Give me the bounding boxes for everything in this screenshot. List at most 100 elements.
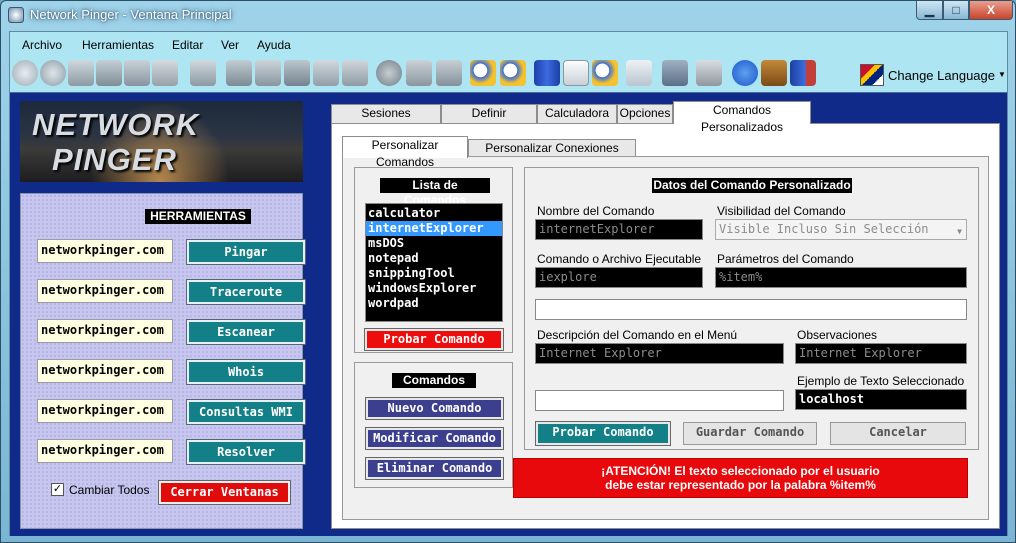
observations-label: Observaciones bbox=[797, 328, 878, 342]
tab-ip-calculator[interactable]: Calculadora IP bbox=[537, 104, 617, 137]
help-icon[interactable] bbox=[732, 60, 758, 86]
list-item[interactable]: notepad bbox=[366, 251, 502, 266]
magnify-globe-icon[interactable] bbox=[40, 60, 66, 86]
visibility-label: Visibilidad del Comando bbox=[717, 204, 846, 218]
resolve-button[interactable]: Resolver bbox=[186, 439, 306, 465]
close-windows-button[interactable]: Cerrar Ventanas bbox=[158, 480, 291, 505]
dictionary-icon[interactable] bbox=[626, 60, 652, 86]
list-item-selected[interactable]: internetExplorer bbox=[366, 221, 502, 236]
command-details-group: Datos del Comando Personalizado Nombre d… bbox=[524, 167, 979, 450]
custom-commands-panel: Personalizar Comandos Personalizar Conex… bbox=[331, 123, 1000, 529]
app-icon bbox=[8, 7, 24, 23]
visibility-select[interactable]: Visible Incluso Sin Selección ▼ bbox=[715, 219, 967, 240]
commands-title: Comandos bbox=[392, 373, 476, 388]
chevron-down-icon: ▼ bbox=[957, 227, 962, 236]
scan-input[interactable]: networkpinger.com bbox=[37, 319, 173, 343]
ping-button[interactable]: Pingar bbox=[186, 239, 306, 265]
observations-field[interactable]: Internet Explorer bbox=[795, 343, 967, 364]
picture-icon[interactable] bbox=[255, 60, 281, 86]
zoom-in-icon[interactable] bbox=[470, 60, 496, 86]
test-command-button[interactable]: Probar Comando bbox=[535, 421, 671, 446]
title-bar[interactable]: Network Pinger - Ventana Principal ▁ □ X bbox=[1, 1, 1015, 28]
wmi-icon[interactable] bbox=[152, 60, 178, 86]
network-computers-icon[interactable] bbox=[226, 60, 252, 86]
wmi-input[interactable]: networkpinger.com bbox=[37, 399, 173, 423]
save-command-button[interactable]: Guardar Comando bbox=[683, 422, 817, 445]
parameters-field[interactable]: %item% bbox=[715, 267, 967, 288]
find-icon[interactable] bbox=[592, 60, 618, 86]
tab-options[interactable]: Opciones bbox=[617, 104, 673, 123]
wmi-button[interactable]: Consultas WMI bbox=[186, 399, 306, 425]
menu-ayuda[interactable]: Ayuda bbox=[257, 38, 291, 52]
resolve-input[interactable]: networkpinger.com bbox=[37, 439, 173, 463]
traceroute-icon[interactable] bbox=[96, 60, 122, 86]
minimize-button[interactable]: ▁ bbox=[916, 1, 943, 20]
ping-icon[interactable] bbox=[12, 60, 38, 86]
whois-button[interactable]: Whois bbox=[186, 359, 306, 385]
new-command-button[interactable]: Nuevo Comando bbox=[365, 397, 504, 420]
menu-description-field[interactable]: Internet Explorer bbox=[535, 343, 784, 364]
toolbar bbox=[10, 58, 1007, 90]
scan-button[interactable]: Escanear bbox=[186, 319, 306, 345]
sub-tab-strip: Personalizar Comandos Personalizar Conex… bbox=[342, 136, 982, 172]
maximize-button[interactable]: □ bbox=[943, 1, 969, 20]
list-item[interactable]: wordpad bbox=[366, 296, 502, 311]
copy-icon[interactable] bbox=[563, 60, 589, 86]
command-list-title: Lista de Comandos bbox=[380, 178, 490, 207]
tab-saved-sessions[interactable]: Sesiones Guardadas bbox=[331, 104, 441, 137]
sample-input-field[interactable] bbox=[535, 390, 784, 411]
logo-line-1: NETWORK bbox=[32, 107, 200, 142]
network-ip-icon[interactable] bbox=[68, 60, 94, 86]
menu-description-label: Descripción del Comando en el Menú bbox=[537, 328, 738, 342]
modify-command-button[interactable]: Modificar Comando bbox=[365, 427, 504, 450]
tab-define-hosts[interactable]: Definir Anfitriones bbox=[441, 104, 537, 137]
save-icon[interactable] bbox=[662, 60, 688, 86]
cable-icon[interactable] bbox=[313, 60, 339, 86]
list-item[interactable]: calculator bbox=[366, 206, 502, 221]
zoom-out-icon[interactable] bbox=[500, 60, 526, 86]
executable-field[interactable]: iexplore bbox=[535, 267, 703, 288]
tab-strip: Sesiones Guardadas Definir Anfitriones C… bbox=[331, 101, 998, 137]
traceroute-button[interactable]: Traceroute bbox=[186, 279, 306, 305]
change-language-button[interactable]: Change Language ▼ bbox=[860, 62, 1006, 88]
handshake-icon[interactable] bbox=[436, 60, 462, 86]
ship-icon[interactable] bbox=[190, 60, 216, 86]
test-command-list-button[interactable]: Probar Comando bbox=[364, 328, 504, 351]
menu-ver[interactable]: Ver bbox=[221, 38, 239, 52]
tab-customize-commands[interactable]: Personalizar Comandos bbox=[342, 136, 468, 169]
tab-custom-commands[interactable]: Comandos Personalizados bbox=[673, 101, 811, 134]
printer-icon[interactable] bbox=[696, 60, 722, 86]
language-flag-icon bbox=[860, 64, 884, 86]
command-list-group: Lista de Comandos calculator internetExp… bbox=[354, 167, 513, 353]
executable-label: Comando o Archivo Ejecutable bbox=[537, 252, 702, 266]
server-icon[interactable] bbox=[534, 60, 560, 86]
toolbox-icon[interactable] bbox=[761, 60, 787, 86]
delete-command-button[interactable]: Eliminar Comando bbox=[365, 457, 504, 480]
whois-input[interactable]: networkpinger.com bbox=[37, 359, 173, 383]
traceroute-input[interactable]: networkpinger.com bbox=[37, 279, 173, 303]
menu-editar[interactable]: Editar bbox=[172, 38, 203, 52]
monitor-icon[interactable] bbox=[284, 60, 310, 86]
menu-archivo[interactable]: Archivo bbox=[22, 38, 62, 52]
customize-commands-panel: Lista de Comandos calculator internetExp… bbox=[342, 156, 989, 520]
list-item[interactable]: snippingTool bbox=[366, 266, 502, 281]
change-all-checkbox[interactable]: ✓ bbox=[51, 483, 64, 496]
command-name-field[interactable]: internetExplorer bbox=[535, 219, 703, 240]
whois-icon[interactable] bbox=[376, 60, 402, 86]
ping-input[interactable]: networkpinger.com bbox=[37, 239, 173, 263]
exit-door-icon[interactable] bbox=[790, 60, 816, 86]
scan-grid-icon[interactable] bbox=[124, 60, 150, 86]
commands-group: Comandos Nuevo Comando Modificar Comando… bbox=[354, 362, 513, 488]
list-item[interactable]: windowsExplorer bbox=[366, 281, 502, 296]
cancel-button[interactable]: Cancelar bbox=[830, 422, 966, 445]
command-preview-field[interactable] bbox=[535, 299, 967, 320]
sample-text-field[interactable]: localhost bbox=[795, 389, 967, 410]
plug-icon[interactable] bbox=[342, 60, 368, 86]
close-button[interactable]: X bbox=[969, 1, 1013, 20]
chevron-down-icon: ▼ bbox=[998, 70, 1006, 79]
change-language-label: Change Language bbox=[888, 68, 995, 83]
command-list[interactable]: calculator internetExplorer msDOS notepa… bbox=[365, 203, 503, 322]
list-item[interactable]: msDOS bbox=[366, 236, 502, 251]
bank-icon[interactable] bbox=[406, 60, 432, 86]
menu-herramientas[interactable]: Herramientas bbox=[82, 38, 154, 52]
